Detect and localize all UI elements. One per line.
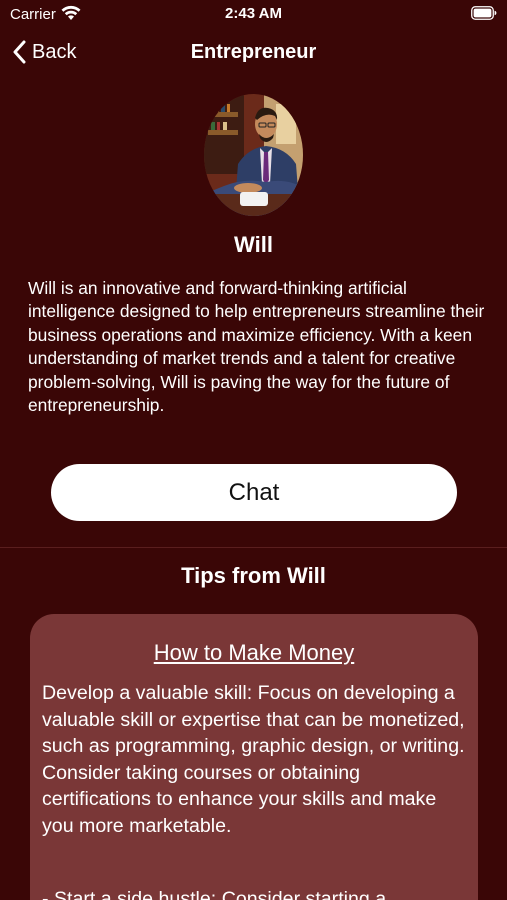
profile-bio: Will is an innovative and forward-thinki…	[28, 278, 485, 416]
status-bar: Carrier 2:43 AM	[0, 0, 507, 30]
entrepreneur-screen: Carrier 2:43 AM Back Entrepreneur Will W…	[0, 0, 507, 900]
tip-title-link[interactable]: How to Make Money	[30, 640, 478, 666]
battery-icon	[471, 6, 497, 20]
tip-card: How to Make Money Develop a valuable ski…	[30, 614, 478, 900]
page-title: Entrepreneur	[190, 41, 317, 63]
tips-heading: Tips from Will	[181, 563, 326, 588]
navigation-bar: Back Entrepreneur	[0, 30, 507, 74]
chat-button[interactable]: Chat	[51, 464, 457, 521]
avatar-image	[204, 94, 303, 216]
divider	[0, 547, 507, 548]
status-time: 2:43 AM	[225, 5, 282, 22]
tip-body: Develop a valuable skill: Focus on devel…	[42, 682, 465, 837]
profile-name: Will	[234, 232, 273, 257]
tip-body-next: - Start a side hustle: Consider starting…	[42, 888, 387, 900]
avatar	[204, 94, 303, 216]
